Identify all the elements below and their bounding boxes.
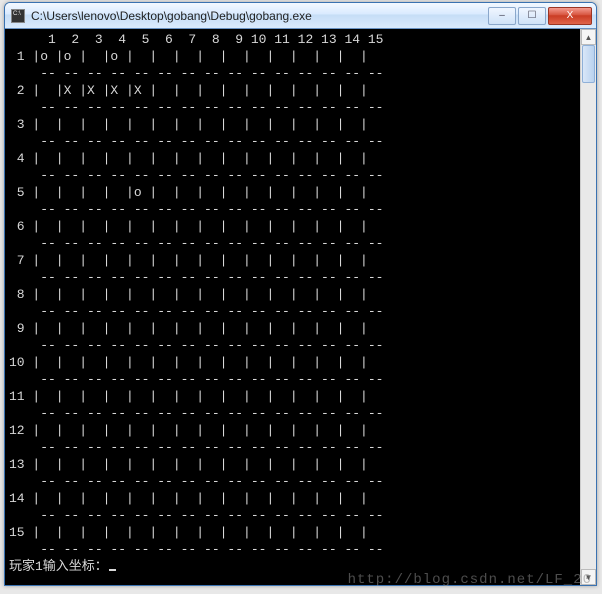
scroll-track[interactable] (581, 45, 596, 569)
board-row: 1 |o |o | |o | | | | | | | | | | | (9, 48, 576, 65)
board-separator: -- -- -- -- -- -- -- -- -- -- -- -- -- -… (9, 405, 576, 422)
board-separator: -- -- -- -- -- -- -- -- -- -- -- -- -- -… (9, 65, 576, 82)
input-prompt[interactable]: 玩家1输入坐标： (9, 558, 576, 575)
board-row: 4 | | | | | | | | | | | | | | | (9, 150, 576, 167)
board-separator: -- -- -- -- -- -- -- -- -- -- -- -- -- -… (9, 99, 576, 116)
board-row: 5 | | | | |o | | | | | | | | | | (9, 184, 576, 201)
board-row: 7 | | | | | | | | | | | | | | | (9, 252, 576, 269)
board-separator: -- -- -- -- -- -- -- -- -- -- -- -- -- -… (9, 133, 576, 150)
scroll-up-button[interactable]: ▲ (581, 29, 596, 45)
board-row: 15 | | | | | | | | | | | | | | | (9, 524, 576, 541)
window-control-group: – ☐ X (486, 7, 592, 25)
board-row: 6 | | | | | | | | | | | | | | | (9, 218, 576, 235)
vertical-scrollbar[interactable]: ▲ ▼ (580, 29, 596, 585)
board-separator: -- -- -- -- -- -- -- -- -- -- -- -- -- -… (9, 439, 576, 456)
board-separator: -- -- -- -- -- -- -- -- -- -- -- -- -- -… (9, 303, 576, 320)
maximize-button[interactable]: ☐ (518, 7, 546, 25)
board-separator: -- -- -- -- -- -- -- -- -- -- -- -- -- -… (9, 269, 576, 286)
board-row: 11 | | | | | | | | | | | | | | | (9, 388, 576, 405)
board-row: 9 | | | | | | | | | | | | | | | (9, 320, 576, 337)
board-separator: -- -- -- -- -- -- -- -- -- -- -- -- -- -… (9, 167, 576, 184)
board-row: 14 | | | | | | | | | | | | | | | (9, 490, 576, 507)
board-separator: -- -- -- -- -- -- -- -- -- -- -- -- -- -… (9, 337, 576, 354)
board-row: 10 | | | | | | | | | | | | | | | (9, 354, 576, 371)
board-row: 2 | |X |X |X |X | | | | | | | | | | (9, 82, 576, 99)
board-row: 13 | | | | | | | | | | | | | | | (9, 456, 576, 473)
board-row: 12 | | | | | | | | | | | | | | | (9, 422, 576, 439)
app-window: C:\Users\lenovo\Desktop\gobang\Debug\gob… (4, 2, 597, 586)
board-separator: -- -- -- -- -- -- -- -- -- -- -- -- -- -… (9, 201, 576, 218)
close-button[interactable]: X (548, 7, 592, 25)
board-separator: -- -- -- -- -- -- -- -- -- -- -- -- -- -… (9, 473, 576, 490)
board-separator: -- -- -- -- -- -- -- -- -- -- -- -- -- -… (9, 371, 576, 388)
board-separator: -- -- -- -- -- -- -- -- -- -- -- -- -- -… (9, 507, 576, 524)
board-row: 8 | | | | | | | | | | | | | | | (9, 286, 576, 303)
board-separator: -- -- -- -- -- -- -- -- -- -- -- -- -- -… (9, 541, 576, 558)
titlebar[interactable]: C:\Users\lenovo\Desktop\gobang\Debug\gob… (5, 3, 596, 29)
client-area: 1 2 3 4 5 6 7 8 9 10 11 12 13 14 15 1 |o… (5, 29, 596, 585)
board-row: 3 | | | | | | | | | | | | | | | (9, 116, 576, 133)
scroll-down-button[interactable]: ▼ (581, 569, 596, 585)
scroll-thumb[interactable] (582, 45, 595, 83)
window-title: C:\Users\lenovo\Desktop\gobang\Debug\gob… (31, 9, 486, 23)
board-separator: -- -- -- -- -- -- -- -- -- -- -- -- -- -… (9, 235, 576, 252)
board-column-headers: 1 2 3 4 5 6 7 8 9 10 11 12 13 14 15 (9, 31, 576, 48)
text-cursor (109, 569, 116, 571)
console-output[interactable]: 1 2 3 4 5 6 7 8 9 10 11 12 13 14 15 1 |o… (5, 29, 580, 585)
minimize-button[interactable]: – (488, 7, 516, 25)
app-icon (11, 9, 25, 23)
